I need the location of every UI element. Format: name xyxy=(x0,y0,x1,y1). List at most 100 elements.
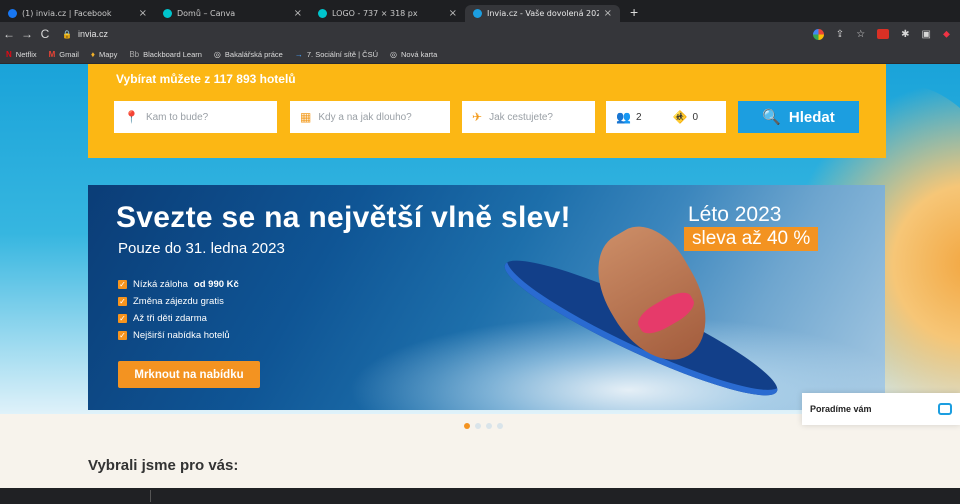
checkbox-icon: ✓ xyxy=(118,297,127,306)
extension-icon[interactable] xyxy=(877,29,890,39)
bookmark-label: 7. Sociální sítě | ČSÚ xyxy=(306,50,379,59)
travelers-input[interactable]: 👥 2 🚸 0 xyxy=(606,101,726,133)
share-icon[interactable]: ⇪ xyxy=(836,29,844,40)
feature-text: Nízká záloha xyxy=(133,279,188,290)
promo-season: Léto 2023 xyxy=(688,203,782,226)
bookmark-label: Netflix xyxy=(15,50,37,59)
facebook-icon xyxy=(8,9,17,18)
feature-item: ✓ Nejširší nabídka hotelů xyxy=(118,330,239,341)
bookmark-blackboard[interactable]: Bb Blackboard Learn xyxy=(129,50,202,59)
feature-text: Nejširší nabídka hotelů xyxy=(133,330,230,341)
browser-tab[interactable]: Domů – Canva × xyxy=(155,5,310,22)
globe-icon: ◎ xyxy=(390,50,397,59)
carousel-dot[interactable] xyxy=(497,423,503,429)
new-tab-button[interactable]: + xyxy=(620,4,648,22)
feature-text: Změna zájezdu gratis xyxy=(133,296,224,307)
tab-title: Domů – Canva xyxy=(177,9,236,18)
canva-icon xyxy=(318,9,327,18)
map-pin-icon: 📍 xyxy=(124,110,139,124)
search-button-label: Hledat xyxy=(788,108,835,126)
search-icon: 🔍 xyxy=(762,109,781,126)
close-tab-icon[interactable]: × xyxy=(604,8,612,19)
url-field[interactable]: 🔒 invia.cz xyxy=(62,29,813,39)
destination-input[interactable]: 📍 Kam to bude? xyxy=(114,101,277,133)
browser-tab[interactable]: LOGO - 737 × 318 px × xyxy=(310,5,465,22)
star-icon[interactable]: ☆ xyxy=(856,29,865,40)
canva-icon xyxy=(163,9,172,18)
chat-icon xyxy=(938,403,952,415)
search-button[interactable]: 🔍 Hledat xyxy=(738,101,859,133)
puzzle-icon[interactable]: ✱ xyxy=(901,29,909,40)
airplane-icon: ✈ xyxy=(472,110,483,124)
bookmark-netflix[interactable]: N Netflix xyxy=(6,50,37,59)
bookmark-label: Nová karta xyxy=(401,50,438,59)
promo-banner[interactable]: Svezte se na největší vlně slev! Pouze d… xyxy=(88,185,885,410)
bookmark-csu[interactable]: → 7. Sociální sítě | ČSÚ xyxy=(295,50,378,59)
sidebar-icon[interactable]: ▣ xyxy=(922,29,931,40)
carousel-dot[interactable] xyxy=(464,423,470,429)
taskbar-separator xyxy=(150,490,151,502)
section-title: Vybrali jsme pro vás: xyxy=(88,457,239,474)
feature-item: ✓ Nízká záloha od 990 Kč xyxy=(118,279,239,290)
close-tab-icon[interactable]: × xyxy=(294,8,302,19)
feature-item: ✓ Až tři děti zdarma xyxy=(118,313,239,324)
children-count: 0 xyxy=(692,111,699,123)
bookmark-gmail[interactable]: M Gmail xyxy=(49,50,79,59)
address-bar-row: ← → C 🔒 invia.cz ⇪ ☆ ✱ ▣ ⬥ xyxy=(0,22,960,46)
close-tab-icon[interactable]: × xyxy=(139,8,147,19)
feature-item: ✓ Změna zájezdu gratis xyxy=(118,296,239,307)
bookmarks-bar: N Netflix M Gmail ♦ Mapy Bb Blackboard Learn… xyxy=(0,46,960,64)
browser-tab-bar: (1) invia.cz | Facebook × Domů – Canva ×… xyxy=(0,0,960,22)
globe-icon: ◎ xyxy=(213,50,221,59)
gmail-icon: M xyxy=(48,50,56,59)
reload-icon[interactable]: C xyxy=(36,27,54,41)
transport-placeholder: Jak cestujete? xyxy=(489,111,553,123)
checkbox-icon: ✓ xyxy=(118,280,127,289)
bookmark-label: Bakalářská práce xyxy=(224,50,283,59)
tab-title: LOGO - 737 × 318 px xyxy=(332,9,418,18)
feature-text: Až tři děti zdarma xyxy=(133,313,207,324)
help-chat-widget[interactable]: Poradíme vám xyxy=(802,393,960,425)
banner-title: Svezte se na největší vlně slev! xyxy=(116,201,571,234)
date-input[interactable]: ▦ Kdy a na jak dlouho? xyxy=(290,101,450,133)
google-icon[interactable] xyxy=(812,28,824,40)
search-panel-title: Vybírat můžete z 117 893 hotelů xyxy=(116,72,296,86)
lock-icon: 🔒 xyxy=(62,29,72,39)
netflix-icon: N xyxy=(6,50,12,59)
carousel-dot[interactable] xyxy=(475,423,481,429)
transport-input[interactable]: ✈ Jak cestujete? xyxy=(462,101,595,133)
destination-placeholder: Kam to bude? xyxy=(145,111,209,123)
csu-icon: → xyxy=(294,50,303,59)
taskbar xyxy=(0,488,960,504)
bookmark-nova-karta[interactable]: ◎ Nová karta xyxy=(390,50,437,59)
url-text: invia.cz xyxy=(77,29,108,39)
calendar-icon: ▦ xyxy=(300,110,312,124)
children-icon: 🚸 xyxy=(672,110,688,124)
tab-title: (1) invia.cz | Facebook xyxy=(22,9,112,18)
adults-icon: 👥 xyxy=(616,110,631,124)
forward-icon[interactable]: → xyxy=(18,27,36,41)
feature-bold-text: od 990 Kč xyxy=(193,279,239,290)
bookmark-label: Mapy xyxy=(98,50,118,59)
banner-feature-list: ✓ Nízká záloha od 990 Kč ✓ Změna zájezdu g… xyxy=(118,279,239,347)
close-tab-icon[interactable]: × xyxy=(449,8,457,19)
back-icon[interactable]: ← xyxy=(0,27,18,41)
tab-title: Invia.cz - Vaše dovolená 2023, ... xyxy=(487,9,599,18)
browser-tab-active[interactable]: Invia.cz - Vaše dovolená 2023, ... × xyxy=(465,5,620,22)
map-pin-icon: ♦ xyxy=(90,50,95,59)
help-label: Poradíme vám xyxy=(810,404,872,414)
date-placeholder: Kdy a na jak dlouho? xyxy=(318,111,412,123)
adults-count: 2 xyxy=(635,111,642,123)
bookmark-label: Gmail xyxy=(59,50,79,59)
search-panel: Vybírat můžete z 117 893 hotelů 📍 Kam to… xyxy=(88,64,886,158)
adobe-icon[interactable]: ⬥ xyxy=(943,29,950,40)
browser-tab[interactable]: (1) invia.cz | Facebook × xyxy=(0,5,155,22)
carousel-dot[interactable] xyxy=(486,423,492,429)
bookmark-label: Blackboard Learn xyxy=(143,50,202,59)
blackboard-icon: Bb xyxy=(129,50,140,59)
bookmark-bakalarska[interactable]: ◎ Bakalářská práce xyxy=(214,50,283,59)
banner-subtitle: Pouze do 31. ledna 2023 xyxy=(118,240,285,257)
view-offer-button[interactable]: Mrknout na nabídku xyxy=(118,361,260,388)
bookmark-mapy[interactable]: ♦ Mapy xyxy=(91,50,117,59)
carousel-dots xyxy=(464,423,503,429)
